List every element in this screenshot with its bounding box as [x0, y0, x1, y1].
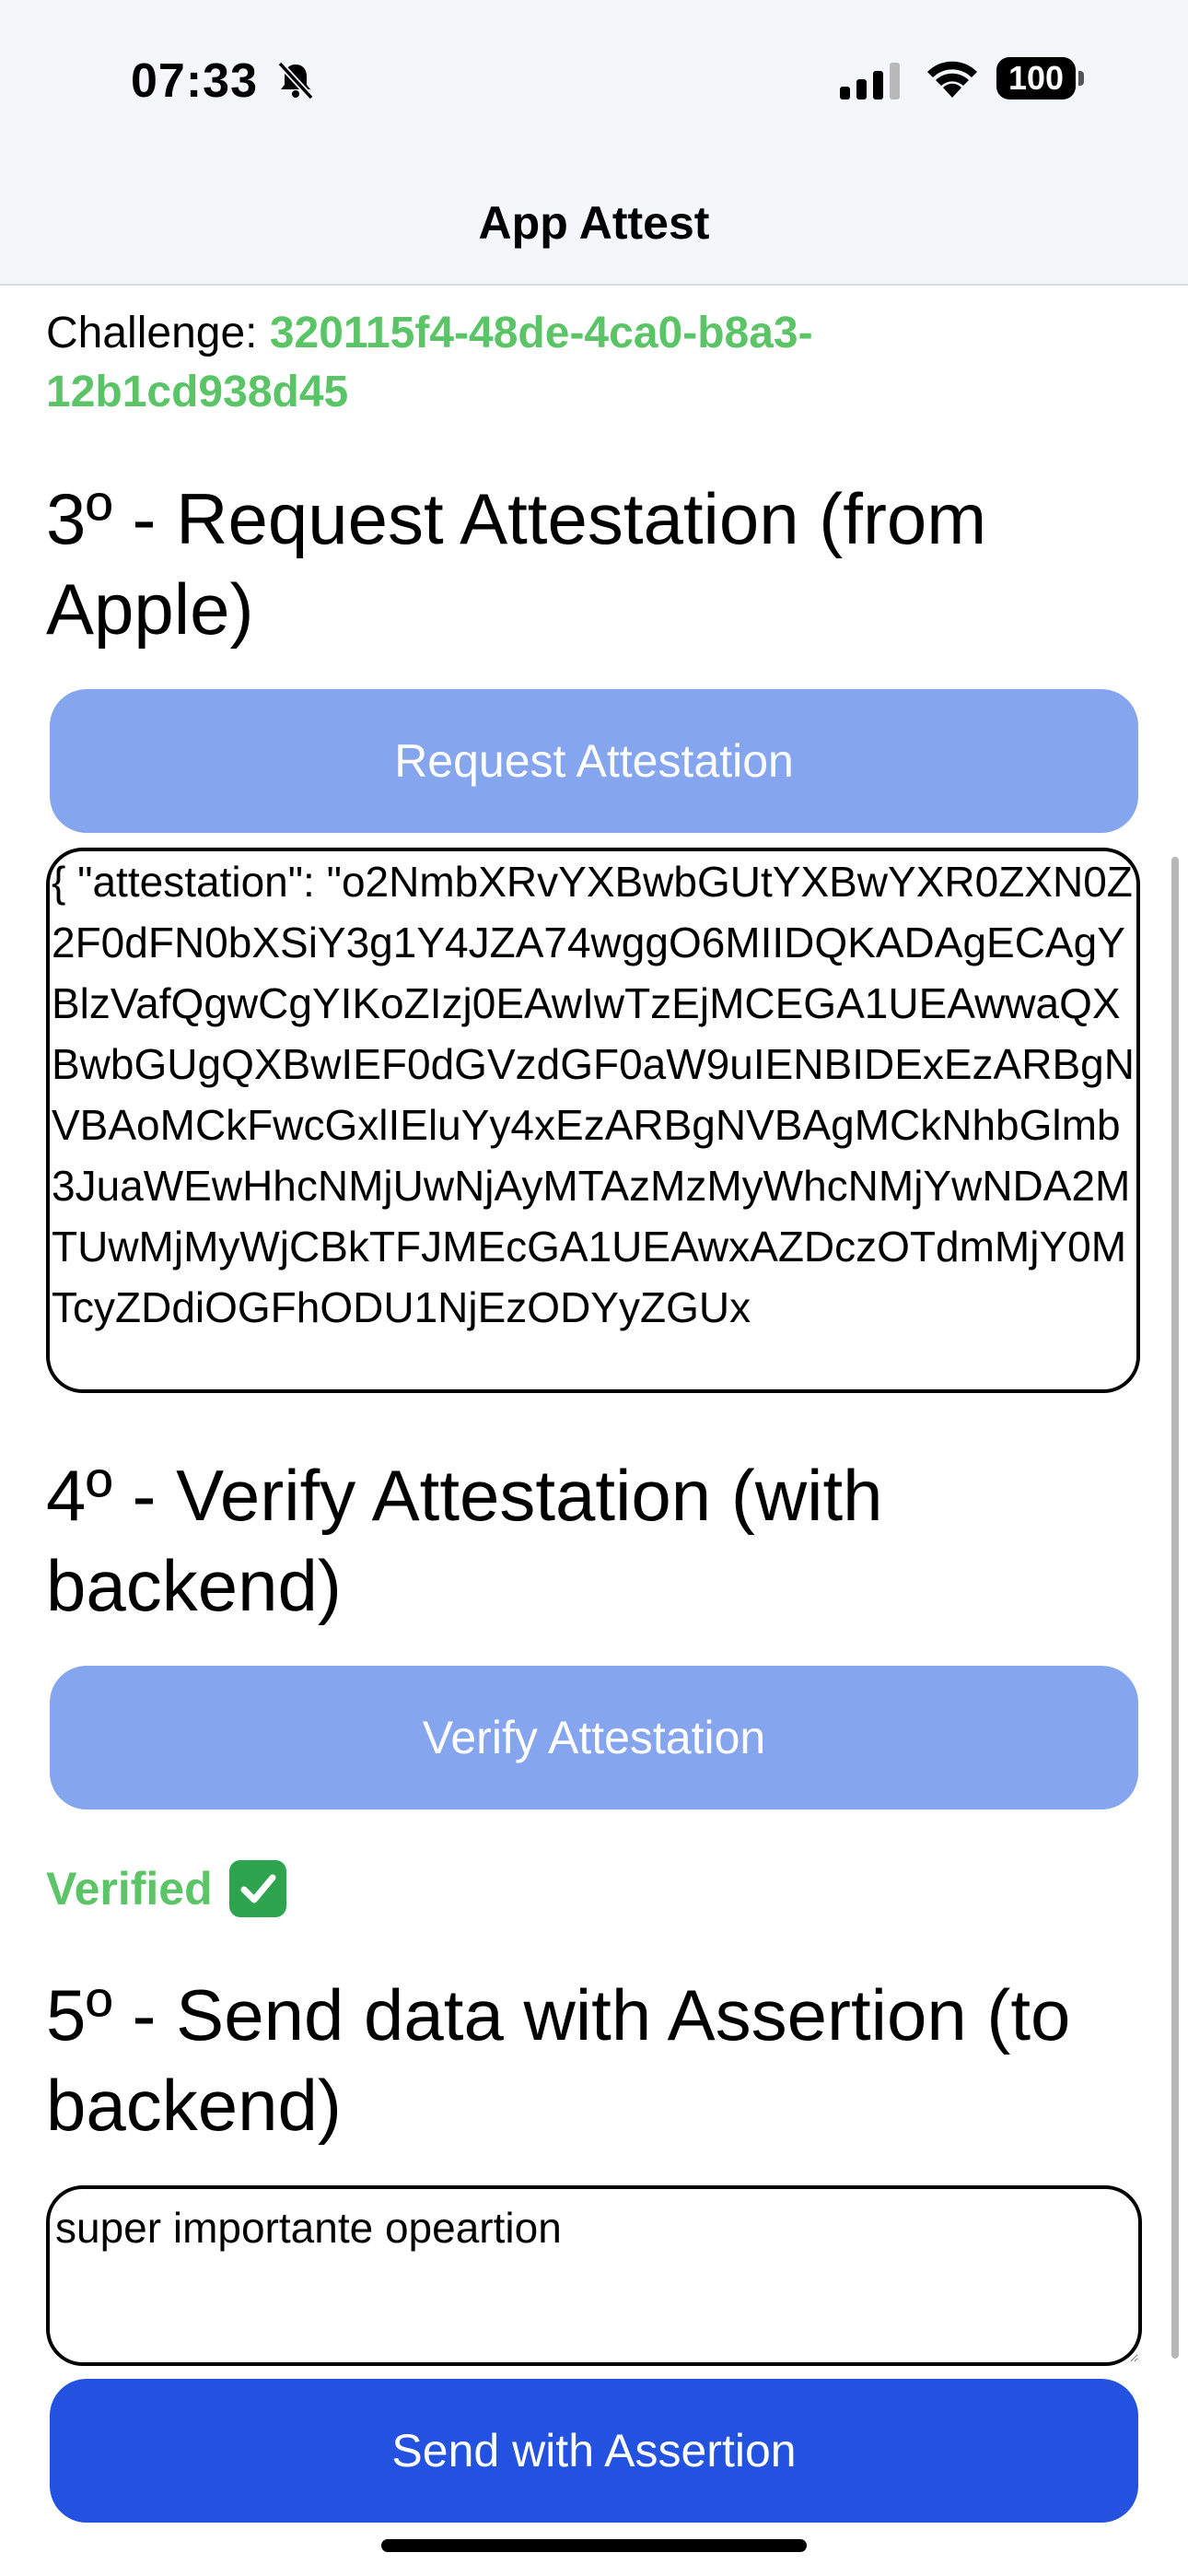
verification-status: Verified — [46, 1852, 286, 1926]
status-time: 07:33 — [131, 54, 258, 108]
verified-label: Verified — [46, 1863, 213, 1914]
challenge-label: Challenge: — [46, 309, 270, 357]
battery-tip — [1078, 71, 1084, 86]
step3-heading: 3º - Request Attestation (from Apple) — [46, 478, 987, 650]
check-mark-icon — [228, 1860, 286, 1917]
request-attestation-button[interactable]: Request Attestation — [50, 689, 1138, 833]
challenge-text: Challenge: 320115f4-48de-4ca0-b8a3-12b1c… — [46, 304, 1105, 422]
step5-heading: 5º - Send data with Assertion (to backen… — [46, 1974, 1071, 2146]
battery-icon: 100 — [996, 57, 1085, 101]
home-indicator[interactable] — [381, 2539, 807, 2552]
send-with-assertion-button[interactable]: Send with Assertion — [50, 2379, 1138, 2523]
attestation-output[interactable]: { "attestation": "o2NmbXRvYXBwbGUtYXBwYX… — [46, 848, 1140, 1393]
navigation-bar: 07:33 100 App Attest — [0, 0, 1188, 286]
assertion-data-input[interactable]: super importante opeartion — [46, 2185, 1142, 2366]
wifi-icon — [927, 61, 977, 98]
cellular-signal-icon — [840, 63, 900, 100]
battery-level: 100 — [996, 57, 1076, 100]
page-title: App Attest — [478, 197, 710, 249]
verify-attestation-button[interactable]: Verify Attestation — [50, 1666, 1138, 1809]
bell-slash-icon — [277, 61, 314, 100]
scrollbar[interactable] — [1171, 857, 1179, 2359]
step4-heading: 4º - Verify Attestation (with backend) — [46, 1455, 883, 1626]
